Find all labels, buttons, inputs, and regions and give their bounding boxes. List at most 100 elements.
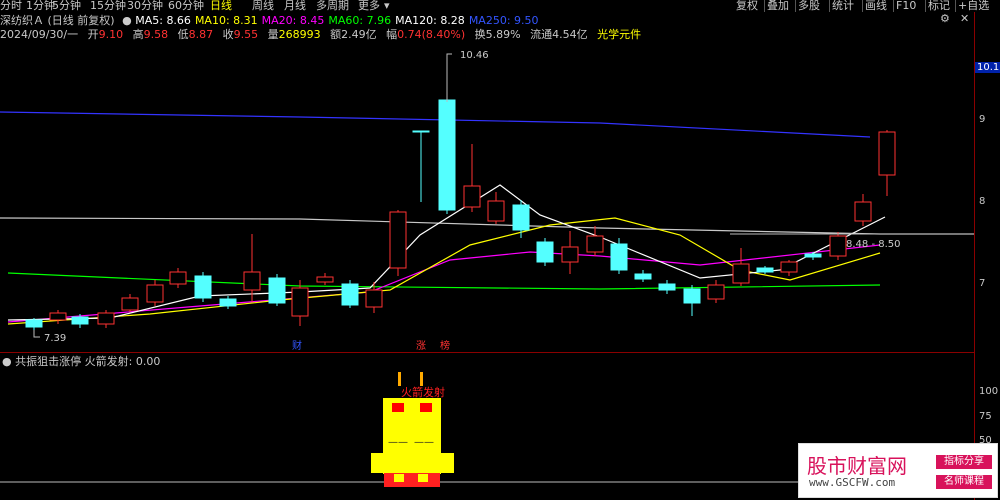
ma250-line xyxy=(0,111,871,138)
indicator-tick: 75 xyxy=(979,411,992,422)
toolbar-tab-0[interactable]: 分时 xyxy=(0,0,22,12)
rocket-dash-right: —— xyxy=(414,437,434,448)
ma-value-1: MA10: 8.31 xyxy=(194,14,258,27)
event-marker-finance: 财 xyxy=(292,339,302,350)
rocket-dash-left: —— xyxy=(388,437,408,448)
price-tick: 8 xyxy=(979,196,986,207)
candle-body-28 xyxy=(707,284,725,300)
change-value: 0.74(8.40%) xyxy=(397,28,466,41)
toolbar-tool-2[interactable]: 多股 xyxy=(798,0,820,12)
amount-value: 2.49亿 xyxy=(341,28,377,41)
candle-body-22 xyxy=(561,246,579,263)
watermark-tag-course: 名师课程 xyxy=(936,475,992,489)
ma120-line xyxy=(0,217,974,235)
stock-name[interactable]: 深纺织Ａ xyxy=(0,14,44,27)
candle-body-8 xyxy=(219,298,237,307)
candle-body-24 xyxy=(610,243,628,271)
toolbar-tab-2[interactable]: 5分钟 xyxy=(52,0,81,12)
indicator-header: ● 共振狙击涨停 火箭发射: 0.00 xyxy=(2,355,160,369)
toolbar-tool-6[interactable]: 标记 xyxy=(928,0,950,12)
watermark-logo: 股市财富网 www.GSCFW.com 指标分享 名师课程 xyxy=(798,443,998,498)
low-price-label: 7.39 xyxy=(44,333,66,344)
candle-body-23 xyxy=(586,235,604,253)
candle-body-15 xyxy=(389,211,407,269)
toolbar-tab-10[interactable]: 更多 xyxy=(358,0,380,12)
candle-body-27 xyxy=(683,288,701,304)
open-value: 9.10 xyxy=(98,28,124,41)
candle-body-30 xyxy=(756,267,774,273)
toolbar-separator xyxy=(795,0,796,12)
indicator-name[interactable]: 共振狙击涨停 xyxy=(15,355,81,368)
ma-value-5: MA250: 9.50 xyxy=(468,14,539,27)
toolbar-tool-1[interactable]: 叠加 xyxy=(767,0,789,12)
toolbar-separator xyxy=(764,0,765,12)
ma-toggle-icon[interactable]: ● xyxy=(122,14,132,27)
watermark-tag-share: 指标分享 xyxy=(936,455,992,469)
volume-value: 268993 xyxy=(278,28,321,41)
toolbar-tool-4[interactable]: 画线 xyxy=(865,0,887,12)
indicator-toggle-icon[interactable]: ● xyxy=(2,355,12,368)
candle-body-18 xyxy=(463,185,481,208)
range-label: 8.48 - 8.50 xyxy=(846,239,901,250)
toolbar-tab-9[interactable]: 多周期 xyxy=(316,0,349,12)
high-value: 9.58 xyxy=(143,28,169,41)
toolbar-tool-7[interactable]: +自选 xyxy=(958,0,989,12)
low-marker xyxy=(33,330,40,338)
toolbar-tab-4[interactable]: 30分钟 xyxy=(127,0,163,12)
toolbar-tool-3[interactable]: 统计 xyxy=(832,0,854,12)
kline-chart[interactable]: 10.46 7.39 8.48 - 8.50 财 涨 榜 xyxy=(0,42,974,350)
candle-body-35 xyxy=(878,131,896,176)
close-icon[interactable]: ✕ xyxy=(960,12,969,25)
float-value: 4.54亿 xyxy=(552,28,588,41)
adjust-mode: (日线 前复权) xyxy=(47,14,115,27)
signal-value: 0.00 xyxy=(135,355,161,368)
candle-body-7 xyxy=(194,275,212,299)
toolbar-tab-6[interactable]: 日线 xyxy=(210,0,232,12)
watermark-title: 股市财富网 xyxy=(807,454,907,478)
candle-body-31 xyxy=(780,261,798,273)
toolbar-separator xyxy=(955,0,956,12)
candle-body-17 xyxy=(438,99,456,211)
candle-body-9 xyxy=(243,271,261,291)
settings-icon[interactable]: ⚙ xyxy=(940,12,950,25)
toolbar-tool-5[interactable]: F10 xyxy=(896,0,916,12)
candle-body-14 xyxy=(365,289,383,308)
candle-body-32 xyxy=(804,253,822,258)
ma-values: MA5: 8.66 MA10: 8.31 MA20: 8.45 MA60: 7.96 M… xyxy=(135,14,542,27)
high-price-label: 10.46 xyxy=(460,50,489,61)
candle-body-33 xyxy=(829,235,847,257)
bar-date: 2024/09/30/一 xyxy=(0,28,79,41)
toolbar-tab-5[interactable]: 60分钟 xyxy=(168,0,204,12)
toolbar-tab-3[interactable]: 15分钟 xyxy=(90,0,126,12)
panel-divider xyxy=(0,352,974,353)
rocket-label: 火箭发射 xyxy=(401,385,445,399)
toolbar-separator xyxy=(829,0,830,12)
ma-value-4: MA120: 8.28 xyxy=(395,14,465,27)
candle-body-13 xyxy=(341,283,359,306)
signal-label: 火箭发射: xyxy=(84,355,133,368)
event-marker-up: 涨 xyxy=(416,340,426,350)
candle-body-29 xyxy=(732,263,750,284)
ma-value-2: MA20: 8.45 xyxy=(261,14,325,27)
toolbar-tab-1[interactable]: 1分钟 xyxy=(26,0,55,12)
toolbar-separator xyxy=(862,0,863,12)
candle-body-12 xyxy=(316,276,334,283)
close-value: 9.55 xyxy=(233,28,259,41)
ma-value-3: MA60: 7.96 xyxy=(328,14,392,27)
candle-body-19 xyxy=(487,200,505,222)
toolbar-tab-7[interactable]: 周线 xyxy=(252,0,274,12)
toolbar-tab-8[interactable]: 月线 xyxy=(284,0,306,12)
candle-body-3 xyxy=(97,312,115,325)
candle-body-2 xyxy=(71,316,89,325)
candle-body-0 xyxy=(25,319,43,328)
indicator-tick: 100 xyxy=(979,386,999,397)
candle-body-1 xyxy=(49,312,67,321)
toolbar-separator xyxy=(893,0,894,12)
ma-value-0: MA5: 8.66 xyxy=(135,14,191,27)
candle-body-4 xyxy=(121,297,139,311)
sector-label[interactable]: 光学元件 xyxy=(597,28,641,41)
ohlc-info-bar: 2024/09/30/一 开9.10 高9.58 低8.87 收9.55 量26… xyxy=(0,28,642,41)
turnover-value: 5.89% xyxy=(485,28,521,41)
toolbar-tool-0[interactable]: 复权 xyxy=(736,0,758,12)
more-dropdown-icon[interactable]: ▾ xyxy=(384,0,390,12)
